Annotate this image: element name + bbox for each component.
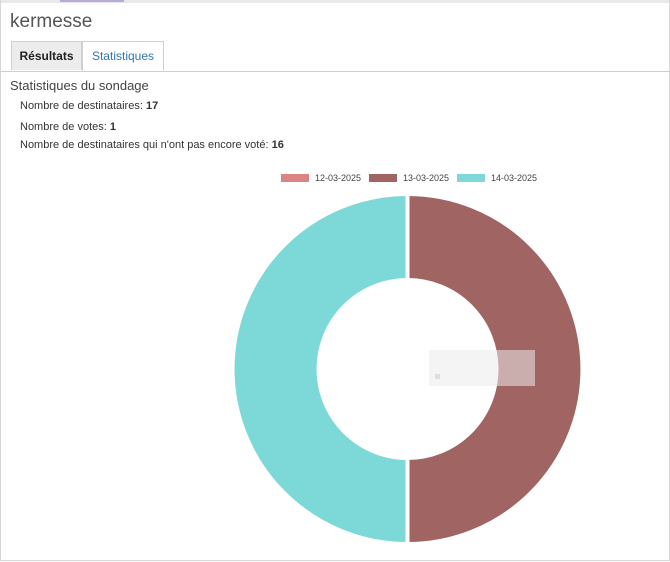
doughnut-chart xyxy=(230,191,585,547)
chart-tooltip xyxy=(429,350,535,386)
chart-slice-14-03-2025[interactable] xyxy=(230,191,410,547)
tooltip-marker xyxy=(435,374,440,379)
